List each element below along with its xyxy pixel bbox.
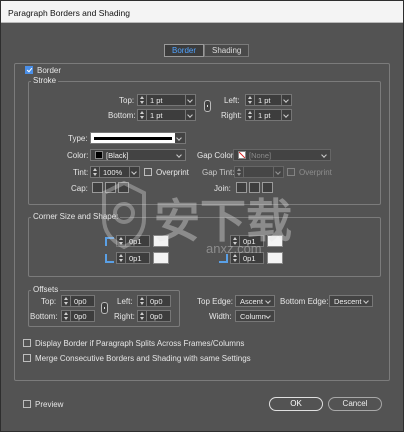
preview-label: Preview xyxy=(35,400,64,409)
top-edge-select[interactable]: Ascent xyxy=(235,295,275,307)
stroke-tint-label: Tint: xyxy=(73,168,89,177)
tab-shading[interactable]: Shading xyxy=(204,44,250,57)
display-border-checkbox[interactable] xyxy=(23,339,31,347)
link-stroke-icon[interactable] xyxy=(204,100,211,112)
top-edge-label: Top Edge: xyxy=(197,297,234,306)
stepper-icon[interactable] xyxy=(138,110,147,120)
offset-bottom-label: Bottom: xyxy=(30,312,58,321)
stepper-icon[interactable] xyxy=(138,311,147,321)
cap-label: Cap: xyxy=(71,184,88,193)
stroke-legend: Stroke xyxy=(31,76,59,85)
watermark-subtext: anxz.com xyxy=(206,241,262,256)
offset-left-field[interactable]: 0p0 xyxy=(137,295,171,307)
chevron-down-icon[interactable] xyxy=(175,133,185,143)
bottom-edge-select[interactable]: Descent xyxy=(329,295,373,307)
stroke-top-field[interactable]: 1 pt xyxy=(137,94,196,106)
stepper-icon[interactable] xyxy=(246,110,255,120)
offset-right-label: Right: xyxy=(114,312,135,321)
solid-line-swatch xyxy=(94,137,172,140)
black-swatch-icon xyxy=(95,151,103,159)
offset-bottom-field[interactable]: 0p0 xyxy=(61,310,95,322)
stroke-bottom-label: Bottom: xyxy=(108,111,136,120)
width-select[interactable]: Column xyxy=(235,310,275,322)
offset-top-field[interactable]: 0p0 xyxy=(61,295,95,307)
stepper-icon[interactable] xyxy=(246,95,255,105)
border-label: Border xyxy=(37,66,62,75)
offset-top-label: Top: xyxy=(41,297,57,306)
merge-borders-checkbox[interactable] xyxy=(23,354,31,362)
chevron-down-icon[interactable] xyxy=(264,296,274,306)
preview-checkbox[interactable] xyxy=(23,400,31,408)
stepper-icon[interactable] xyxy=(138,296,147,306)
chevron-down-icon[interactable] xyxy=(281,95,291,105)
display-border-label: Display Border if Paragraph Splits Acros… xyxy=(35,339,245,348)
window-title: Paragraph Borders and Shading xyxy=(1,1,403,23)
chevron-down-icon[interactable] xyxy=(264,311,274,321)
stroke-left-label: Left: xyxy=(224,96,240,105)
paragraph-borders-dialog: Paragraph Borders and Shading Border Sha… xyxy=(0,0,404,432)
stroke-bottom-field[interactable]: 1 pt xyxy=(137,109,196,121)
stroke-left-field[interactable]: 1 pt xyxy=(245,94,292,106)
ok-button[interactable]: OK xyxy=(269,397,323,411)
stepper-icon[interactable] xyxy=(62,296,71,306)
tab-bar: Border Shading xyxy=(164,44,250,57)
stroke-right-label: Right: xyxy=(221,111,242,120)
stepper-icon[interactable] xyxy=(138,95,147,105)
chevron-down-icon[interactable] xyxy=(185,110,195,120)
border-checkbox[interactable] xyxy=(25,66,33,74)
gap-color-select[interactable]: [None] xyxy=(233,149,331,161)
offsets-legend: Offsets xyxy=(31,285,61,294)
bottom-edge-label: Bottom Edge: xyxy=(280,297,329,306)
stroke-top-label: Top: xyxy=(119,96,135,105)
offset-left-label: Left: xyxy=(117,297,133,306)
chevron-down-icon[interactable] xyxy=(281,110,291,120)
chevron-down-icon[interactable] xyxy=(185,95,195,105)
watermark: 安下载 anxz.com xyxy=(96,171,321,281)
stroke-color-label: Color: xyxy=(67,151,89,160)
stroke-type-label: Type: xyxy=(68,134,88,143)
merge-borders-label: Merge Consecutive Borders and Shading wi… xyxy=(35,354,251,363)
stroke-right-field[interactable]: 1 pt xyxy=(245,109,292,121)
stepper-icon[interactable] xyxy=(62,311,71,321)
cancel-button[interactable]: Cancel xyxy=(328,397,382,411)
gap-color-label: Gap Color: xyxy=(197,151,236,160)
chevron-down-icon[interactable] xyxy=(175,150,185,160)
chevron-down-icon[interactable] xyxy=(320,150,330,160)
offset-right-field[interactable]: 0p0 xyxy=(137,310,171,322)
stroke-type-select[interactable] xyxy=(90,132,186,144)
none-swatch-icon xyxy=(238,151,246,159)
link-offsets-icon[interactable] xyxy=(101,302,108,314)
stroke-color-select[interactable]: [Black] xyxy=(90,149,186,161)
width-label: Width: xyxy=(209,312,232,321)
tab-border[interactable]: Border xyxy=(164,44,205,57)
chevron-down-icon[interactable] xyxy=(362,296,372,306)
